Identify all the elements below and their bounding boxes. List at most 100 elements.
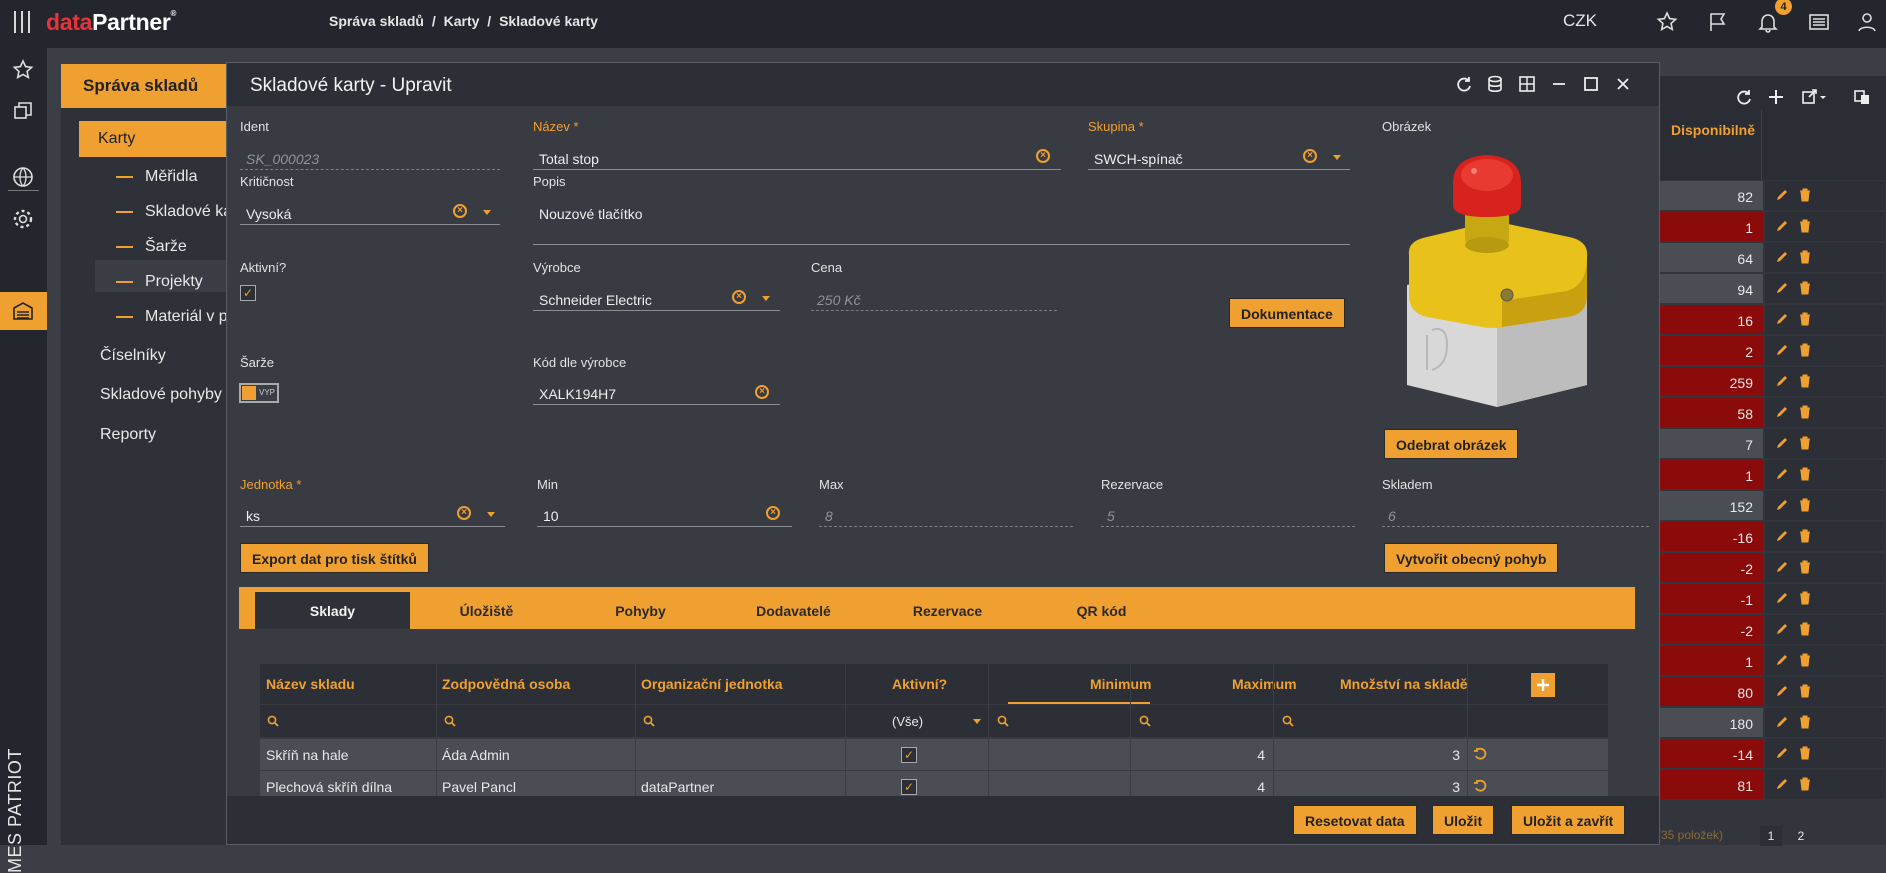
list-icon[interactable]: [1808, 11, 1830, 33]
column-header[interactable]: Maximum: [1232, 676, 1297, 692]
delete-icon[interactable]: [1799, 715, 1811, 729]
delete-icon[interactable]: [1799, 467, 1811, 481]
add-row-button[interactable]: [1531, 673, 1555, 697]
sidebar-subitem-projekty[interactable]: Projekty: [116, 273, 203, 291]
kod-field[interactable]: XALK194H7: [533, 379, 780, 405]
table-row[interactable]: 58: [1657, 397, 1886, 428]
warehouse-icon[interactable]: [12, 300, 34, 322]
table-row[interactable]: 64: [1657, 242, 1886, 273]
bell-icon[interactable]: [1757, 11, 1779, 33]
table-row[interactable]: 180: [1657, 707, 1886, 738]
star-settings-icon[interactable]: [1656, 11, 1678, 33]
delete-icon[interactable]: [1799, 591, 1811, 605]
vytvorit-pohyb-button[interactable]: Vytvořit obecný pohyb: [1384, 543, 1559, 573]
delete-icon[interactable]: [1799, 250, 1811, 264]
edit-icon[interactable]: [1775, 312, 1789, 326]
table-row[interactable]: 80: [1657, 676, 1886, 707]
table-row[interactable]: -14: [1657, 738, 1886, 769]
sidebar-item-reporty[interactable]: Reporty: [100, 426, 156, 444]
delete-icon[interactable]: [1799, 777, 1811, 791]
edit-icon[interactable]: [1775, 436, 1789, 450]
save-button[interactable]: Uložit: [1432, 805, 1495, 835]
sidebar-subitem-skladove-karty[interactable]: Skladové ka: [116, 203, 232, 221]
copy-icon[interactable]: [12, 100, 34, 122]
edit-icon[interactable]: [1775, 405, 1789, 419]
chevron-down-icon[interactable]: [762, 296, 770, 301]
table-row[interactable]: 1: [1657, 211, 1886, 242]
edit-icon[interactable]: [1775, 684, 1789, 698]
aktivni-checkbox[interactable]: ✓: [240, 285, 256, 301]
edit-icon[interactable]: [1775, 591, 1789, 605]
undo-icon[interactable]: [1473, 779, 1487, 793]
breadcrumb-item[interactable]: Karty: [444, 13, 480, 29]
delete-icon[interactable]: [1799, 312, 1811, 326]
delete-icon[interactable]: [1799, 374, 1811, 388]
table-row[interactable]: Skříň na hale Áda Admin ✓ 4 3: [260, 739, 1608, 770]
delete-icon[interactable]: [1799, 684, 1811, 698]
tab-rezervace[interactable]: Rezervace: [870, 592, 1025, 629]
save-close-button[interactable]: Uložit a zavřít: [1511, 805, 1626, 835]
column-header[interactable]: Zodpovědná osoba: [442, 676, 570, 692]
menu-icon[interactable]: [8, 8, 36, 36]
database-icon[interactable]: [1485, 74, 1505, 94]
table-row[interactable]: 2: [1657, 335, 1886, 366]
search-icon[interactable]: [444, 715, 456, 727]
tab-pohyby[interactable]: Pohyby: [563, 592, 718, 629]
add-icon[interactable]: [1767, 88, 1785, 106]
sidebar-subitem-sarze[interactable]: Šarže: [116, 238, 187, 256]
clear-icon[interactable]: ×: [766, 506, 780, 520]
column-header[interactable]: Množství na skladě: [1340, 676, 1468, 692]
delete-icon[interactable]: [1799, 498, 1811, 512]
gear-icon[interactable]: [12, 208, 34, 230]
export-icon[interactable]: [1801, 88, 1827, 106]
sidebar-subitem-meridla[interactable]: Měřidla: [116, 168, 197, 186]
globe-icon[interactable]: [12, 166, 34, 188]
table-row[interactable]: 16: [1657, 304, 1886, 335]
search-icon[interactable]: [1282, 715, 1294, 727]
clear-icon[interactable]: ×: [1036, 149, 1050, 163]
table-row[interactable]: 94: [1657, 273, 1886, 304]
maximize-icon[interactable]: [1581, 74, 1601, 94]
table-row[interactable]: -16: [1657, 521, 1886, 552]
aktivni-checkbox[interactable]: ✓: [901, 779, 917, 795]
chevron-down-icon[interactable]: [973, 719, 981, 724]
grid-icon[interactable]: [1517, 74, 1537, 94]
star-icon[interactable]: [12, 59, 34, 81]
logo[interactable]: dataPartner®: [46, 9, 176, 36]
edit-icon[interactable]: [1775, 498, 1789, 512]
dokumentace-button[interactable]: Dokumentace: [1229, 298, 1345, 328]
table-row[interactable]: 259: [1657, 366, 1886, 397]
tab-dodavatele[interactable]: Dodavatelé: [716, 592, 871, 629]
delete-icon[interactable]: [1799, 529, 1811, 543]
column-header[interactable]: Název skladu: [266, 676, 355, 692]
columns-icon[interactable]: [1853, 88, 1871, 106]
nazev-field[interactable]: Total stop: [533, 144, 1061, 170]
delete-icon[interactable]: [1799, 653, 1811, 667]
search-icon[interactable]: [643, 715, 655, 727]
edit-icon[interactable]: [1775, 777, 1789, 791]
clear-icon[interactable]: ×: [755, 385, 769, 399]
edit-icon[interactable]: [1775, 560, 1789, 574]
edit-icon[interactable]: [1775, 281, 1789, 295]
chevron-down-icon[interactable]: [483, 210, 491, 215]
breadcrumb-item[interactable]: Správa skladů: [329, 13, 424, 29]
sidebar-item-ciselniky[interactable]: Číselníky: [100, 347, 166, 365]
aktivni-checkbox[interactable]: ✓: [901, 747, 917, 763]
clear-icon[interactable]: ×: [732, 290, 746, 304]
search-icon[interactable]: [1139, 715, 1151, 727]
edit-icon[interactable]: [1775, 219, 1789, 233]
tab-uloziste[interactable]: Úložiště: [409, 592, 564, 629]
reset-button[interactable]: Resetovat data: [1293, 805, 1417, 835]
delete-icon[interactable]: [1799, 343, 1811, 357]
aktivni-filter-select[interactable]: (Vše): [892, 714, 923, 729]
tab-qr-kod[interactable]: QR kód: [1024, 592, 1179, 629]
chevron-down-icon[interactable]: [487, 512, 495, 517]
table-row[interactable]: 1: [1657, 459, 1886, 490]
odebrat-obrazek-button[interactable]: Odebrat obrázek: [1384, 429, 1519, 459]
search-icon[interactable]: [267, 715, 279, 727]
sidebar-subitem-material[interactable]: Materiál v p: [116, 308, 228, 326]
refresh-icon[interactable]: [1735, 88, 1753, 106]
edit-icon[interactable]: [1775, 250, 1789, 264]
column-header-disponibilne[interactable]: Disponibilně: [1671, 122, 1755, 138]
delete-icon[interactable]: [1799, 622, 1811, 636]
